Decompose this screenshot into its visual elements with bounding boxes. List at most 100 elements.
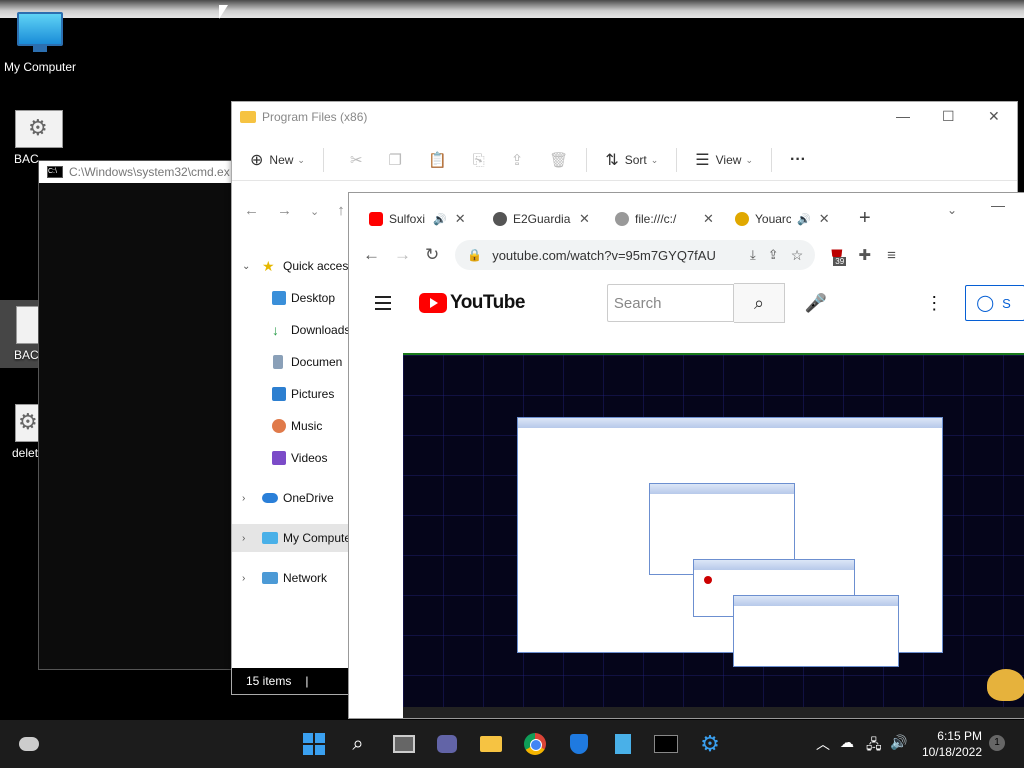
desktop-icon-delet[interactable]: ⚙ delet	[0, 404, 41, 460]
onedrive-cloud-icon[interactable]: ☁	[840, 734, 854, 751]
nav-onedrive[interactable]: › OneDrive	[232, 484, 350, 512]
desktop-icon-bac-1[interactable]: ⚙ BAC	[0, 110, 63, 166]
cmd-title-bar[interactable]: C:\ C:\Windows\system32\cmd.ex	[39, 161, 239, 183]
computer-icon	[262, 532, 278, 544]
recent-chevron-icon[interactable]: ⌄	[310, 205, 319, 219]
nav-music[interactable]: Music	[232, 412, 350, 440]
chrome-icon[interactable]	[523, 732, 547, 756]
weather-icon[interactable]	[17, 732, 41, 756]
copy-icon[interactable]: ❐	[389, 151, 402, 169]
explorer-command-bar: ⊕ New ⌄ ✂ ❐ 📋 ⎘ ⇪ 🗑 ⇅ Sort ⌄ ☰ View ⌄ ··…	[232, 140, 1017, 181]
back-arrow-icon[interactable]: ←	[363, 245, 380, 265]
nav-downloads[interactable]: ↓ Downloads	[232, 316, 350, 344]
ublock-extension-icon[interactable]: ⛊ 39	[831, 247, 847, 266]
youtube-search-input[interactable]: Search	[606, 284, 735, 322]
close-tab-icon[interactable]: ✕	[703, 211, 714, 227]
system-clock[interactable]: 6:15 PM 10/18/2022	[912, 728, 982, 760]
new-tab-button[interactable]: +	[859, 207, 871, 230]
cloud-icon	[262, 493, 278, 503]
address-bar[interactable]: 🔒 youtube.com/watch?v=95m7GYQ7fAU ⤓ ⇪ ☆	[455, 240, 816, 270]
nav-pictures[interactable]: Pictures	[232, 380, 350, 408]
nav-documents[interactable]: Documen	[232, 348, 350, 376]
desktop-icon-bac-2[interactable]: BAC	[0, 306, 42, 362]
speaker-icon[interactable]: 🔊	[433, 213, 447, 226]
expand-chevron-icon[interactable]: ›	[242, 533, 245, 544]
chrome-toolbar: ← → ↻ 🔒 youtube.com/watch?v=95m7GYQ7fAU …	[349, 235, 1024, 275]
volume-icon[interactable]: 🔊	[890, 734, 907, 751]
hamburger-menu-icon[interactable]	[375, 292, 391, 314]
new-button[interactable]: ⊕ New ⌄	[250, 150, 305, 170]
forward-arrow-icon[interactable]: →	[277, 202, 292, 219]
cmd-title: C:\Windows\system32\cmd.ex	[69, 165, 230, 179]
forward-arrow-icon[interactable]: →	[394, 245, 411, 265]
tab-file[interactable]: file:///c:/ ✕	[615, 203, 721, 235]
video-controls[interactable]	[403, 707, 1024, 718]
coin-icon	[735, 212, 749, 226]
youtube-logo[interactable]: YouTube	[418, 292, 525, 314]
sort-button[interactable]: ⇅ Sort ⌄	[605, 150, 658, 170]
cut-icon[interactable]: ✂	[350, 151, 363, 169]
more-vertical-icon[interactable]: ⋮	[925, 293, 943, 314]
tab-search-chevron-icon[interactable]: ⌄	[947, 203, 957, 217]
reload-icon[interactable]: ↻	[425, 245, 439, 265]
tab-e2guardian[interactable]: E2Guardia ✕	[493, 203, 603, 235]
taskbar: ⌕ ⚙ ︿ ☁ 🖧 🔊 6:15 PM 10/18/2022 1	[0, 720, 1024, 768]
chevron-up-icon[interactable]: ︿	[816, 734, 830, 754]
minimize-icon[interactable]: —	[896, 108, 910, 124]
paste-icon[interactable]: 📋	[428, 151, 447, 169]
nav-network[interactable]: › Network	[232, 564, 350, 592]
nav-quick-access[interactable]: ⌄ ★ Quick access	[232, 252, 354, 280]
install-icon[interactable]: ⤓	[750, 247, 756, 263]
notification-badge[interactable]: 1	[989, 735, 1005, 751]
media-controls-icon[interactable]: ≡	[887, 247, 896, 264]
desktop-icon-my-computer[interactable]: My Computer	[0, 12, 80, 74]
cmd-window[interactable]: C:\ C:\Windows\system32\cmd.ex	[38, 160, 240, 670]
expand-chevron-icon[interactable]: ⌄	[242, 261, 250, 272]
toolbar-divider	[676, 148, 678, 172]
search-icon[interactable]: ⌕	[346, 732, 370, 756]
view-button[interactable]: ☰ View ⌄	[695, 150, 753, 170]
microphone-icon[interactable]: 🎤	[805, 293, 827, 314]
chrome-window[interactable]: Sulfoxi 🔊 ✕ E2Guardia ✕ file:///c:/ ✕ Yo…	[348, 192, 1024, 719]
extensions-puzzle-icon[interactable]: ✚	[859, 246, 872, 264]
screen-top-bar	[0, 0, 1024, 18]
security-shield-icon[interactable]	[567, 732, 591, 756]
nav-videos[interactable]: Videos	[232, 444, 350, 472]
maximize-icon[interactable]: ☐	[942, 108, 955, 125]
settings-gear-icon[interactable]: ⚙	[698, 731, 722, 756]
file-explorer-icon[interactable]	[479, 732, 503, 756]
share-icon[interactable]: ⇪	[768, 247, 779, 263]
more-options-button[interactable]: ···	[790, 151, 806, 169]
share-icon[interactable]: ⇪	[511, 151, 524, 169]
emoji-overlay-icon	[987, 669, 1024, 701]
expand-chevron-icon[interactable]: ›	[242, 573, 245, 584]
close-tab-icon[interactable]: ✕	[455, 211, 466, 227]
video-player[interactable]	[403, 353, 1024, 718]
terminal-icon[interactable]	[654, 732, 678, 756]
nav-desktop[interactable]: Desktop	[232, 284, 350, 312]
close-tab-icon[interactable]: ✕	[819, 211, 830, 227]
teams-chat-icon[interactable]	[435, 732, 459, 756]
close-tab-icon[interactable]: ✕	[579, 211, 590, 227]
start-windows-icon[interactable]	[302, 732, 326, 756]
tab-youtube[interactable]: Sulfoxi 🔊 ✕	[369, 203, 481, 235]
up-arrow-icon[interactable]: ↑	[337, 202, 345, 219]
nav-my-computer[interactable]: › My Compute	[232, 524, 351, 552]
rename-icon[interactable]: ⎘	[473, 152, 485, 169]
close-icon[interactable]: ✕	[988, 108, 1000, 125]
task-view-icon[interactable]	[392, 732, 416, 756]
delete-icon[interactable]: 🗑	[549, 151, 568, 169]
minimize-icon[interactable]: —	[991, 197, 1005, 213]
tab-youarc[interactable]: Youarc 🔊 ✕	[735, 203, 843, 235]
speaker-icon[interactable]: 🔊	[797, 213, 811, 226]
expand-chevron-icon[interactable]: ›	[242, 493, 245, 504]
new-label: New	[269, 153, 294, 167]
search-button[interactable]: ⌕	[734, 283, 785, 323]
bookmark-star-icon[interactable]: ☆	[791, 247, 804, 264]
music-icon	[272, 419, 286, 433]
network-icon[interactable]: 🖧	[866, 734, 882, 758]
sign-in-button[interactable]: ◯ S	[965, 285, 1024, 321]
back-arrow-icon[interactable]: ←	[244, 202, 259, 219]
nav-label: Quick access	[283, 259, 355, 273]
notepad-icon[interactable]	[611, 732, 635, 756]
